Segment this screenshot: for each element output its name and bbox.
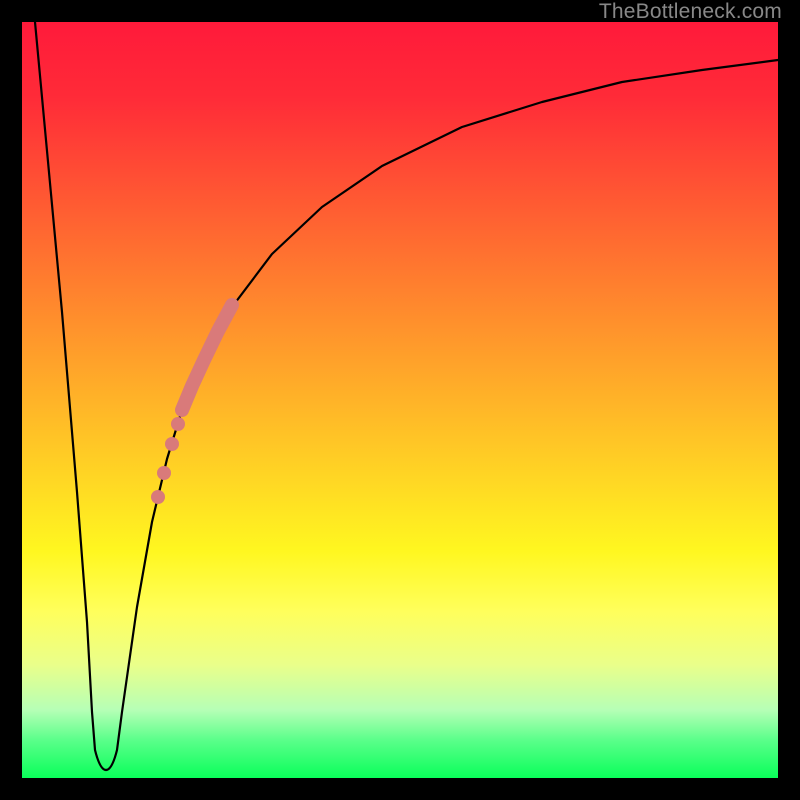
highlight-dot <box>171 417 185 431</box>
curve-layer <box>22 22 778 778</box>
chart-frame: TheBottleneck.com <box>0 0 800 800</box>
highlight-thick-segment <box>182 305 232 410</box>
bottleneck-curve <box>35 22 778 770</box>
highlight-dot <box>151 490 165 504</box>
plot-area <box>22 22 778 778</box>
highlight-dot <box>157 466 171 480</box>
watermark-text: TheBottleneck.com <box>599 0 782 24</box>
highlight-dot <box>165 437 179 451</box>
highlight-overlay <box>151 305 232 504</box>
